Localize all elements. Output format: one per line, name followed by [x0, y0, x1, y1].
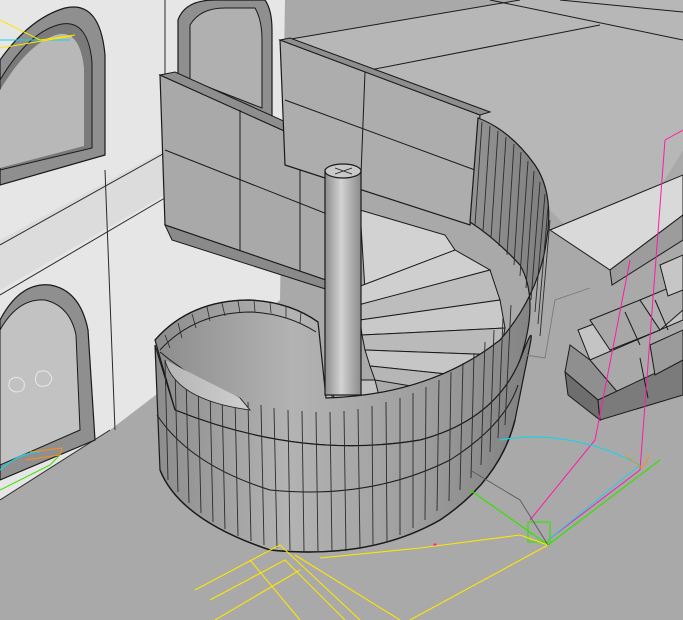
stair-center-column	[324, 163, 362, 396]
scene-canvas[interactable]	[0, 0, 683, 620]
3d-viewport[interactable]	[0, 0, 683, 620]
